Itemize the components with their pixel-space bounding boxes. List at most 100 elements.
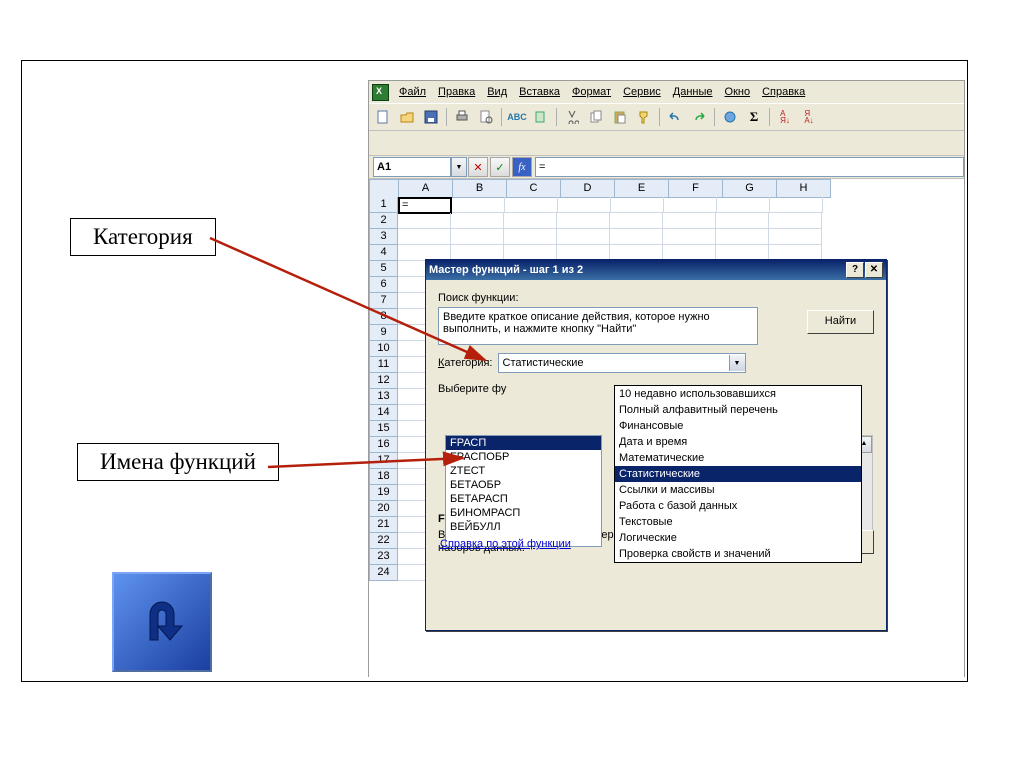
col-header[interactable]: D — [561, 179, 615, 198]
col-header[interactable]: A — [399, 179, 453, 198]
col-header[interactable]: C — [507, 179, 561, 198]
cell[interactable] — [557, 213, 610, 229]
row-header[interactable]: 21 — [369, 517, 398, 533]
help-icon[interactable]: ? — [846, 262, 864, 278]
new-icon[interactable] — [372, 106, 394, 128]
dropdown-item[interactable]: Математические — [615, 450, 861, 466]
back-nav-button[interactable] — [112, 572, 212, 672]
col-header[interactable]: B — [453, 179, 507, 198]
menu-tools[interactable]: Сервис — [617, 83, 667, 101]
row-header[interactable]: 16 — [369, 437, 398, 453]
function-list-item[interactable]: БИНОМРАСП — [446, 506, 601, 520]
cell[interactable] — [769, 229, 822, 245]
paste-icon[interactable] — [609, 106, 631, 128]
chevron-down-icon[interactable]: ▼ — [729, 355, 745, 371]
copy-icon[interactable] — [585, 106, 607, 128]
cell[interactable] — [664, 197, 717, 213]
menu-edit[interactable]: Правка — [432, 83, 481, 101]
dropdown-item[interactable]: Статистические — [615, 466, 861, 482]
row-header[interactable]: 20 — [369, 501, 398, 517]
cell[interactable] — [504, 229, 557, 245]
menu-help[interactable]: Справка — [756, 83, 811, 101]
autosum-icon[interactable]: Σ — [743, 106, 765, 128]
row-header[interactable]: 24 — [369, 565, 398, 581]
dropdown-item[interactable]: 10 недавно использовавшихся — [615, 386, 861, 402]
fx-icon[interactable]: fx — [512, 157, 532, 177]
print-icon[interactable] — [451, 106, 473, 128]
function-list-item[interactable]: ВЕЙБУЛЛ — [446, 520, 601, 534]
dropdown-item[interactable]: Проверка свойств и значений — [615, 546, 861, 562]
formula-input[interactable]: = — [535, 157, 964, 177]
save-icon[interactable] — [420, 106, 442, 128]
cell[interactable] — [663, 229, 716, 245]
col-header[interactable]: G — [723, 179, 777, 198]
col-header[interactable]: E — [615, 179, 669, 198]
cell[interactable] — [717, 197, 770, 213]
row-header[interactable]: 22 — [369, 533, 398, 549]
cell[interactable] — [557, 229, 610, 245]
row-header[interactable]: 15 — [369, 421, 398, 437]
cell[interactable] — [505, 197, 558, 213]
col-header[interactable]: F — [669, 179, 723, 198]
cut-icon[interactable] — [561, 106, 583, 128]
menu-data[interactable]: Данные — [667, 83, 719, 101]
cell[interactable]: = — [398, 197, 452, 214]
cell[interactable] — [716, 213, 769, 229]
dropdown-item[interactable]: Логические — [615, 530, 861, 546]
cell[interactable] — [663, 213, 716, 229]
sort-desc-icon[interactable]: ЯА↓ — [798, 106, 820, 128]
search-label: Поиск функции: — [438, 292, 874, 304]
cancel-formula-icon[interactable]: ✕ — [468, 157, 488, 177]
spelling-icon[interactable]: ABC — [506, 106, 528, 128]
select-all-corner[interactable] — [369, 179, 399, 198]
row-header[interactable]: 1 — [369, 197, 398, 213]
name-box-dropdown-icon[interactable]: ▼ — [451, 157, 467, 177]
dropdown-item[interactable]: Работа с базой данных — [615, 498, 861, 514]
dropdown-item[interactable]: Дата и время — [615, 434, 861, 450]
dropdown-item[interactable]: Финансовые — [615, 418, 861, 434]
cell[interactable] — [716, 229, 769, 245]
help-link[interactable]: Справка по этой функции — [440, 538, 571, 550]
undo-icon[interactable] — [664, 106, 686, 128]
function-list-item[interactable]: FРАСП — [446, 436, 601, 450]
row-header[interactable]: 13 — [369, 389, 398, 405]
menu-window[interactable]: Окно — [719, 83, 757, 101]
research-icon[interactable] — [530, 106, 552, 128]
dropdown-item[interactable]: Полный алфавитный перечень — [615, 402, 861, 418]
find-button[interactable]: Найти — [807, 310, 874, 334]
menu-format[interactable]: Формат — [566, 83, 617, 101]
format-painter-icon[interactable] — [633, 106, 655, 128]
col-header[interactable]: H — [777, 179, 831, 198]
arrow-to-function-names — [268, 455, 488, 495]
print-preview-icon[interactable] — [475, 106, 497, 128]
category-value: Статистические — [499, 357, 729, 369]
cell[interactable] — [769, 213, 822, 229]
sort-asc-icon[interactable]: АЯ↓ — [774, 106, 796, 128]
menu-file[interactable]: Файл — [393, 83, 432, 101]
name-box[interactable]: A1 — [373, 157, 451, 177]
accept-formula-icon[interactable]: ✓ — [490, 157, 510, 177]
menu-view[interactable]: Вид — [481, 83, 513, 101]
cell[interactable] — [610, 213, 663, 229]
row-header[interactable]: 23 — [369, 549, 398, 565]
cell[interactable] — [770, 197, 823, 213]
category-dropdown-list[interactable]: 10 недавно использовавшихсяПолный алфави… — [614, 385, 862, 563]
row-header[interactable]: 14 — [369, 405, 398, 421]
annotation-category: Категория — [70, 218, 216, 256]
hyperlink-icon[interactable] — [719, 106, 741, 128]
row-header[interactable]: 2 — [369, 213, 398, 229]
cell[interactable] — [451, 213, 504, 229]
cell[interactable] — [611, 197, 664, 213]
cell[interactable] — [504, 213, 557, 229]
dropdown-item[interactable]: Ссылки и массивы — [615, 482, 861, 498]
open-icon[interactable] — [396, 106, 418, 128]
cell[interactable] — [558, 197, 611, 213]
cell[interactable] — [452, 197, 505, 213]
menu-insert[interactable]: Вставка — [513, 83, 566, 101]
cell[interactable] — [398, 213, 451, 229]
dropdown-item[interactable]: Текстовые — [615, 514, 861, 530]
cell[interactable] — [610, 229, 663, 245]
redo-icon[interactable] — [688, 106, 710, 128]
close-icon[interactable]: ✕ — [865, 262, 883, 278]
category-combo[interactable]: Статистические ▼ — [498, 353, 746, 373]
